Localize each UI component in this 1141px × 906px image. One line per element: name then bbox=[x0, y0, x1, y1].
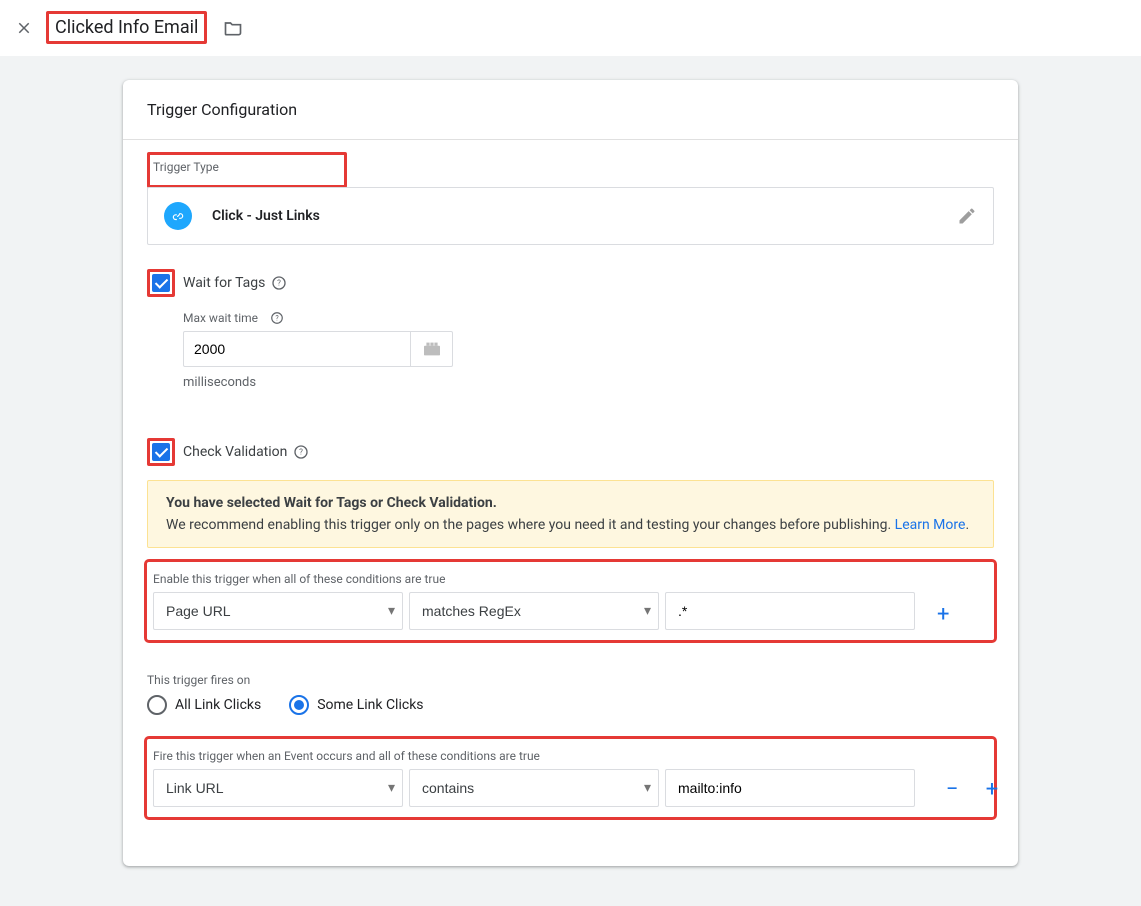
svg-text:?: ? bbox=[275, 314, 279, 322]
learn-more-link[interactable]: Learn More bbox=[895, 517, 966, 533]
lego-icon bbox=[422, 341, 442, 357]
check-validation-label: Check Validation bbox=[183, 444, 287, 460]
check-validation-checkbox[interactable] bbox=[152, 443, 170, 461]
add-fire-condition-button[interactable]: + bbox=[977, 777, 1007, 802]
wait-for-tags-help[interactable]: ? bbox=[271, 275, 287, 291]
close-button[interactable] bbox=[12, 16, 36, 40]
wait-for-tags-checkbox[interactable] bbox=[152, 274, 170, 292]
fire-cond-variable-select[interactable]: ▾ bbox=[153, 769, 403, 807]
pencil-icon bbox=[957, 206, 977, 226]
enable-cond-variable-select[interactable]: ▾ bbox=[153, 592, 403, 630]
enable-cond-value-input[interactable] bbox=[665, 592, 915, 630]
some-link-clicks-radio[interactable]: Some Link Clicks bbox=[289, 695, 423, 715]
card-title: Trigger Configuration bbox=[123, 80, 1018, 140]
trigger-config-card: Trigger Configuration Trigger Type Click… bbox=[123, 80, 1018, 866]
folder-button[interactable] bbox=[223, 18, 243, 38]
fires-on-label: This trigger fires on bbox=[147, 673, 994, 687]
max-wait-label: Max wait time bbox=[183, 311, 258, 325]
all-link-clicks-radio[interactable]: All Link Clicks bbox=[147, 695, 261, 715]
svg-text:?: ? bbox=[277, 279, 281, 288]
trigger-type-selector[interactable]: Click - Just Links bbox=[147, 187, 994, 245]
add-enable-condition-button[interactable]: + bbox=[937, 602, 949, 627]
check-validation-help[interactable]: ? bbox=[293, 444, 309, 460]
page-title[interactable]: Clicked Info Email bbox=[46, 11, 207, 44]
help-icon: ? bbox=[270, 311, 284, 325]
fire-cond-value-input[interactable] bbox=[665, 769, 915, 807]
max-wait-input[interactable] bbox=[183, 331, 411, 367]
svg-text:?: ? bbox=[300, 448, 304, 457]
variable-picker-button[interactable] bbox=[411, 331, 453, 367]
help-icon: ? bbox=[271, 275, 287, 291]
trigger-type-name: Click - Just Links bbox=[212, 208, 320, 224]
wait-for-tags-label: Wait for Tags bbox=[183, 275, 265, 291]
fire-conditions-block: Fire this trigger when an Event occurs a… bbox=[147, 739, 994, 817]
warning-bold: You have selected Wait for Tags or Check… bbox=[166, 495, 975, 511]
warning-text: We recommend enabling this trigger only … bbox=[166, 517, 895, 533]
enable-cond-operator-select[interactable]: ▾ bbox=[409, 592, 659, 630]
warning-box: You have selected Wait for Tags or Check… bbox=[147, 480, 994, 548]
max-wait-unit: milliseconds bbox=[183, 375, 994, 390]
help-icon: ? bbox=[293, 444, 309, 460]
fire-cond-label: Fire this trigger when an Event occurs a… bbox=[153, 749, 988, 763]
trigger-type-label: Trigger Type bbox=[153, 160, 341, 174]
edit-trigger-type-button[interactable] bbox=[957, 206, 977, 226]
close-icon bbox=[15, 19, 33, 37]
enable-conditions-block: Enable this trigger when all of these co… bbox=[147, 562, 994, 640]
folder-icon bbox=[223, 18, 243, 38]
remove-fire-condition-button[interactable]: − bbox=[937, 777, 967, 802]
max-wait-help[interactable]: ? bbox=[270, 311, 284, 325]
fire-cond-operator-select[interactable]: ▾ bbox=[409, 769, 659, 807]
enable-cond-label: Enable this trigger when all of these co… bbox=[153, 572, 988, 586]
link-icon bbox=[164, 202, 192, 230]
